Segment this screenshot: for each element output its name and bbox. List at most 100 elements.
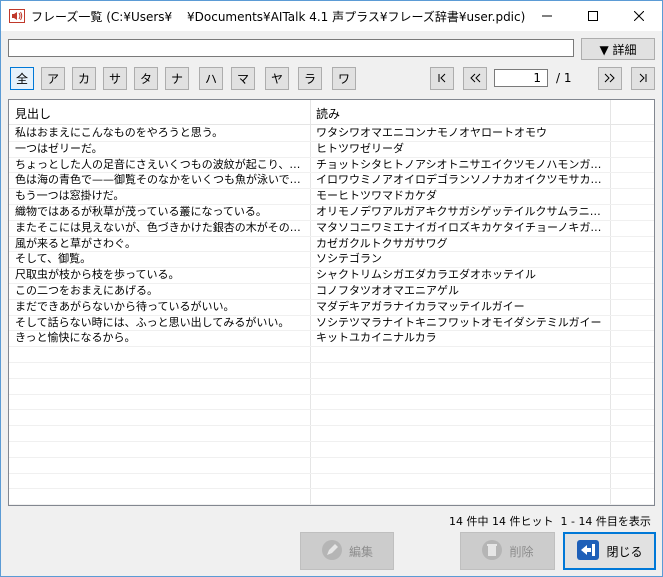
cell-heading: この二つをおまえにあげる。	[15, 284, 158, 297]
window-title: フレーズ一覧 (C:¥Users¥	[31, 10, 173, 24]
detail-button-label: ▼ 詳細	[599, 42, 637, 57]
kana-filter-button[interactable]: サ	[103, 67, 127, 90]
column-header-heading[interactable]: 見出し	[15, 105, 51, 122]
exit-icon	[576, 539, 600, 564]
cell-reading: コノフタツオオマエニアゲル	[316, 284, 459, 297]
cell-heading: 風が来ると草がさわぐ。	[15, 236, 136, 250]
maximize-icon	[588, 11, 598, 21]
kana-filter-label: マ	[236, 72, 249, 86]
cell-reading: モーヒトツワマドカケダ	[316, 189, 437, 203]
row-separator	[9, 425, 654, 427]
cell-reading: キットユカイニナルカラ	[316, 331, 437, 345]
cell-reading: ヒトツワゼリーダ	[316, 141, 404, 155]
cell-reading: イロワウミノアオイロデゴランソノナカオイクツモサカナガオヨイデイル	[316, 173, 606, 187]
phrase-table[interactable]: 見出し 読み 私はおまえにこんなものをやろうと思う。 ワタシワオマエニコンナモノオ…	[8, 99, 655, 506]
kana-filter-button[interactable]: ヤ	[265, 67, 289, 90]
column-header-reading[interactable]: 読み	[316, 105, 340, 122]
prev-page-icon	[469, 72, 481, 86]
row-separator	[9, 504, 654, 505]
kana-filter-label: 全	[15, 72, 28, 86]
page-number-input[interactable]	[494, 69, 548, 87]
close-dialog-button-label: 閉じる	[606, 544, 643, 559]
kana-filter-button[interactable]: ラ	[298, 67, 322, 90]
row-separator	[9, 441, 654, 442]
search-input[interactable]	[8, 39, 574, 57]
cell-heading: まだできあがらないから待っているがいい。	[15, 299, 235, 313]
row-separator	[9, 456, 654, 458]
last-page-button[interactable]	[631, 67, 655, 90]
kana-filter-button[interactable]: カ	[72, 67, 96, 90]
row-separator	[9, 409, 654, 411]
next-page-icon	[604, 72, 616, 86]
kana-filter-label: ア	[46, 72, 59, 86]
first-page-button[interactable]	[430, 67, 454, 90]
kana-filter-label: ラ	[303, 72, 316, 86]
cell-heading: 私はおまえにこんなものをやろうと思う。	[15, 126, 224, 139]
row-separator	[9, 488, 654, 490]
kana-filter-button[interactable]: ナ	[165, 67, 189, 90]
phrase-list-window: フレーズ一覧 (C:¥Users¥ ¥Documents¥AITalk 4.1 …	[0, 0, 663, 577]
cell-reading: シャクトリムシガエダカラエダオホッテイル	[316, 268, 536, 282]
delete-button-label: 削除	[509, 544, 534, 559]
kana-filter-button[interactable]: ハ	[199, 67, 223, 90]
cell-heading: もう一つは窓掛けだ。	[15, 189, 125, 203]
close-icon	[634, 11, 644, 21]
next-page-button[interactable]	[598, 67, 622, 90]
row-separator	[9, 393, 654, 395]
close-button[interactable]	[616, 1, 662, 31]
first-page-icon	[437, 72, 447, 86]
cell-heading: そして話らない時には、ふっと思い出してみるがいい。	[15, 315, 290, 329]
column-divider	[610, 100, 611, 505]
kana-filter-button[interactable]: 全	[10, 67, 34, 90]
trash-icon	[481, 539, 503, 564]
cell-heading: きっと愉快になるから。	[15, 331, 136, 345]
cell-heading: 色は海の青色で——御覧そのなかをいくつも魚が泳いでいる。	[15, 173, 305, 187]
row-separator	[9, 362, 654, 363]
cell-heading: 織物ではあるが秋草が茂っている叢になっている。	[15, 205, 267, 218]
kana-filter-label: ワ	[337, 72, 350, 86]
last-page-icon	[638, 72, 648, 86]
kana-filter-label: サ	[108, 72, 121, 86]
kana-filter-button[interactable]: ア	[41, 67, 65, 90]
cell-reading: チョットシタヒトノアシオトニサエイクツモノハモンガオコリカゼガフイテモサザナミガ…	[316, 157, 606, 171]
minimize-button[interactable]	[524, 1, 570, 31]
kana-filter-label: ヤ	[270, 72, 283, 86]
delete-button[interactable]: 削除	[460, 532, 555, 570]
minimize-icon	[542, 11, 552, 21]
cell-heading: ちょっとした人の足音にさえいくつもの波紋が起こり、風が吹いてもさざなみが立つ。	[15, 157, 305, 171]
cell-reading: オリモノデワアルガアキクサガシゲッテイルクサムラニナッテイル	[316, 205, 606, 218]
cell-reading: マタソコニワミエナイガイロズキカケタイチョーノキガソノウエニハエテイル	[316, 220, 606, 234]
cell-reading: マダデキアガラナイカラマッテイルガイー	[316, 299, 525, 313]
maximize-button[interactable]	[570, 1, 616, 31]
pencil-icon	[321, 539, 343, 564]
kana-filter-label: ナ	[170, 72, 183, 86]
row-separator	[9, 472, 654, 474]
detail-button[interactable]: ▼ 詳細	[581, 38, 655, 60]
cell-heading: またそこには見えないが、色づきかけた銀杏の木がその上に生えている。	[15, 220, 305, 234]
title-bar: フレーズ一覧 (C:¥Users¥ ¥Documents¥AITalk 4.1 …	[1, 1, 662, 31]
cell-heading: 尺取虫が枝から枝を歩っている。	[15, 268, 180, 282]
cell-reading: ワタシワオマエニコンナモノオヤロートオモウ	[316, 126, 547, 139]
cell-heading: そして、御覧。	[15, 252, 92, 266]
kana-filter-button[interactable]: タ	[134, 67, 158, 90]
page-total: / 1	[556, 71, 572, 85]
status-text: 14 件中 14 件ヒット 1 - 14 件目を表示	[449, 515, 651, 528]
kana-filter-button[interactable]: ワ	[332, 67, 356, 90]
speaker-icon	[9, 9, 25, 23]
kana-filter-label: ハ	[204, 72, 217, 86]
edit-button-label: 編集	[348, 544, 373, 559]
kana-filter-label: タ	[139, 72, 152, 86]
kana-filter-button[interactable]: マ	[231, 67, 255, 90]
window-title-path: ¥Documents¥AITalk 4.1 声プラス¥フレーズ辞書¥user.p…	[187, 10, 526, 24]
edit-button[interactable]: 編集	[300, 532, 394, 570]
close-dialog-button[interactable]: 閉じる	[563, 532, 656, 570]
prev-page-button[interactable]	[463, 67, 487, 90]
cell-reading: ソシテゴラン	[316, 252, 382, 266]
kana-filter-label: カ	[77, 72, 90, 86]
cell-heading: 一つはゼリーだ。	[15, 141, 103, 155]
column-divider	[310, 100, 311, 505]
cell-reading: ソシテツマラナイトキニフワットオモイダシテミルガイー	[316, 315, 602, 329]
cell-reading: カゼガクルトクサガサワグ	[316, 236, 448, 250]
table-header: 見出し 読み	[9, 100, 654, 125]
row-separator	[9, 377, 654, 379]
